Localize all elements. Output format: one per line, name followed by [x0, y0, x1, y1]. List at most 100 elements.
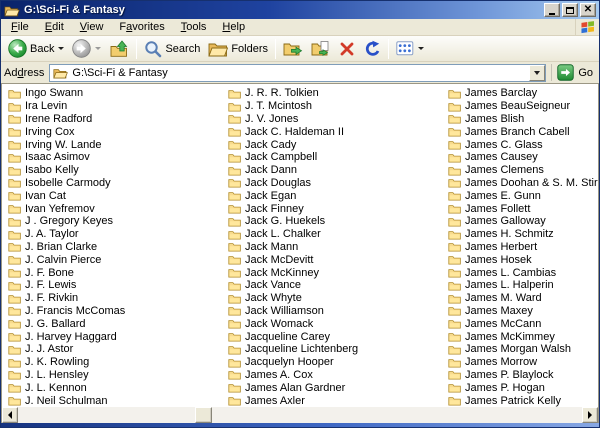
- back-button[interactable]: Back: [4, 37, 68, 61]
- file-item[interactable]: James McCann: [448, 317, 598, 330]
- file-item[interactable]: J. Harvey Haggard: [8, 330, 228, 343]
- file-item[interactable]: Jacqueline Carey: [228, 330, 448, 343]
- file-item[interactable]: Jack G. Huekels: [228, 215, 448, 228]
- file-item[interactable]: Isobelle Carmody: [8, 177, 228, 190]
- file-item[interactable]: James Branch Cabell: [448, 125, 598, 138]
- menu-view[interactable]: View: [72, 20, 112, 35]
- file-item[interactable]: James Causey: [448, 151, 598, 164]
- file-item[interactable]: James Maxey: [448, 305, 598, 318]
- menu-edit[interactable]: Edit: [37, 20, 72, 35]
- file-item[interactable]: Jack Williamson: [228, 305, 448, 318]
- file-item[interactable]: James L. Cambias: [448, 266, 598, 279]
- file-item[interactable]: James Herbert: [448, 241, 598, 254]
- file-item[interactable]: James Hosek: [448, 253, 598, 266]
- file-item[interactable]: Isabo Kelly: [8, 164, 228, 177]
- search-button[interactable]: Search: [140, 37, 204, 61]
- file-item[interactable]: Jack Mann: [228, 241, 448, 254]
- file-item[interactable]: Jack McDevitt: [228, 253, 448, 266]
- scroll-left-button[interactable]: [2, 407, 18, 423]
- minimize-button[interactable]: [544, 3, 560, 17]
- file-item[interactable]: James A. Cox: [228, 369, 448, 382]
- file-item[interactable]: James BeauSeigneur: [448, 100, 598, 113]
- file-item[interactable]: James Patrick Kelly: [448, 394, 598, 407]
- file-item[interactable]: Jack Cady: [228, 138, 448, 151]
- scrollbar-thumb[interactable]: [195, 407, 212, 423]
- file-item[interactable]: Ivan Cat: [8, 189, 228, 202]
- up-button[interactable]: [105, 37, 133, 61]
- file-item[interactable]: J. T. Mcintosh: [228, 100, 448, 113]
- file-item[interactable]: Ivan Yefremov: [8, 202, 228, 215]
- file-item[interactable]: Jack Vance: [228, 279, 448, 292]
- menu-file[interactable]: File: [3, 20, 37, 35]
- window-border-bottom[interactable]: [1, 423, 599, 427]
- file-item[interactable]: James McKimmey: [448, 330, 598, 343]
- delete-button[interactable]: [335, 37, 359, 61]
- file-item[interactable]: James Axler: [228, 394, 448, 407]
- file-item[interactable]: Irving W. Lande: [8, 138, 228, 151]
- file-item[interactable]: James Follett: [448, 202, 598, 215]
- file-item[interactable]: James H. Schmitz: [448, 228, 598, 241]
- menu-help[interactable]: Help: [214, 20, 253, 35]
- file-item[interactable]: Jack McKinney: [228, 266, 448, 279]
- file-item[interactable]: Irene Radford: [8, 113, 228, 126]
- file-item[interactable]: Jacquelyn Hooper: [228, 356, 448, 369]
- file-item[interactable]: James L. Halperin: [448, 279, 598, 292]
- file-item[interactable]: James M. Ward: [448, 292, 598, 305]
- file-item[interactable]: James Barclay: [448, 87, 598, 100]
- file-item[interactable]: Jack C. Haldeman II: [228, 125, 448, 138]
- file-item[interactable]: J. Neil Schulman: [8, 394, 228, 407]
- file-item[interactable]: James Clemens: [448, 164, 598, 177]
- file-item[interactable]: James Morrow: [448, 356, 598, 369]
- file-item[interactable]: Irving Cox: [8, 125, 228, 138]
- file-item[interactable]: J. F. Rivkin: [8, 292, 228, 305]
- file-item[interactable]: J. Brian Clarke: [8, 241, 228, 254]
- views-button[interactable]: [392, 37, 428, 61]
- file-item[interactable]: J. K. Rowling: [8, 356, 228, 369]
- address-dropdown-button[interactable]: [529, 65, 545, 81]
- scroll-right-button[interactable]: [582, 407, 598, 423]
- file-item[interactable]: J. V. Jones: [228, 113, 448, 126]
- file-item[interactable]: Jack Finney: [228, 202, 448, 215]
- move-to-button[interactable]: [279, 37, 307, 61]
- file-item[interactable]: Jack Egan: [228, 189, 448, 202]
- file-item[interactable]: James Doohan & S. M. Stirling: [448, 177, 598, 190]
- file-item[interactable]: James E. Gunn: [448, 189, 598, 202]
- maximize-button[interactable]: [562, 3, 578, 17]
- file-item[interactable]: James P. Blaylock: [448, 369, 598, 382]
- file-item[interactable]: James Alan Gardner: [228, 381, 448, 394]
- horizontal-scrollbar[interactable]: [2, 407, 598, 423]
- file-item[interactable]: Isaac Asimov: [8, 151, 228, 164]
- close-button[interactable]: ✕: [580, 3, 596, 17]
- file-item[interactable]: Jack L. Chalker: [228, 228, 448, 241]
- file-item[interactable]: James P. Hogan: [448, 381, 598, 394]
- file-item[interactable]: Jack Campbell: [228, 151, 448, 164]
- forward-button[interactable]: [68, 37, 105, 61]
- file-item[interactable]: Ira Levin: [8, 100, 228, 113]
- menu-tools[interactable]: Tools: [173, 20, 215, 35]
- file-item[interactable]: Jacqueline Lichtenberg: [228, 343, 448, 356]
- file-item[interactable]: J. L. Kennon: [8, 381, 228, 394]
- file-item[interactable]: Jack Whyte: [228, 292, 448, 305]
- file-item[interactable]: James Blish: [448, 113, 598, 126]
- file-item[interactable]: J. Calvin Pierce: [8, 253, 228, 266]
- file-item[interactable]: J. Francis McComas: [8, 305, 228, 318]
- file-item[interactable]: J. R. R. Tolkien: [228, 87, 448, 100]
- file-item[interactable]: Jack Womack: [228, 317, 448, 330]
- file-item[interactable]: J. F. Lewis: [8, 279, 228, 292]
- file-item[interactable]: James C. Glass: [448, 138, 598, 151]
- file-item[interactable]: J. G. Ballard: [8, 317, 228, 330]
- go-button[interactable]: Go: [551, 64, 596, 81]
- file-item[interactable]: Jack Dann: [228, 164, 448, 177]
- undo-button[interactable]: [359, 37, 385, 61]
- copy-to-button[interactable]: [307, 37, 335, 61]
- file-item[interactable]: Ingo Swann: [8, 87, 228, 100]
- address-input[interactable]: G:\Sci-Fi & Fantasy: [49, 64, 546, 82]
- titlebar[interactable]: G:\Sci-Fi & Fantasy ✕: [1, 1, 599, 19]
- file-item[interactable]: J . Gregory Keyes: [8, 215, 228, 228]
- file-item[interactable]: Jack Douglas: [228, 177, 448, 190]
- folders-button[interactable]: Folders: [204, 37, 272, 61]
- file-item[interactable]: J. J. Astor: [8, 343, 228, 356]
- menu-favorites[interactable]: Favorites: [111, 20, 172, 35]
- file-item[interactable]: J. F. Bone: [8, 266, 228, 279]
- file-item[interactable]: James Morgan Walsh: [448, 343, 598, 356]
